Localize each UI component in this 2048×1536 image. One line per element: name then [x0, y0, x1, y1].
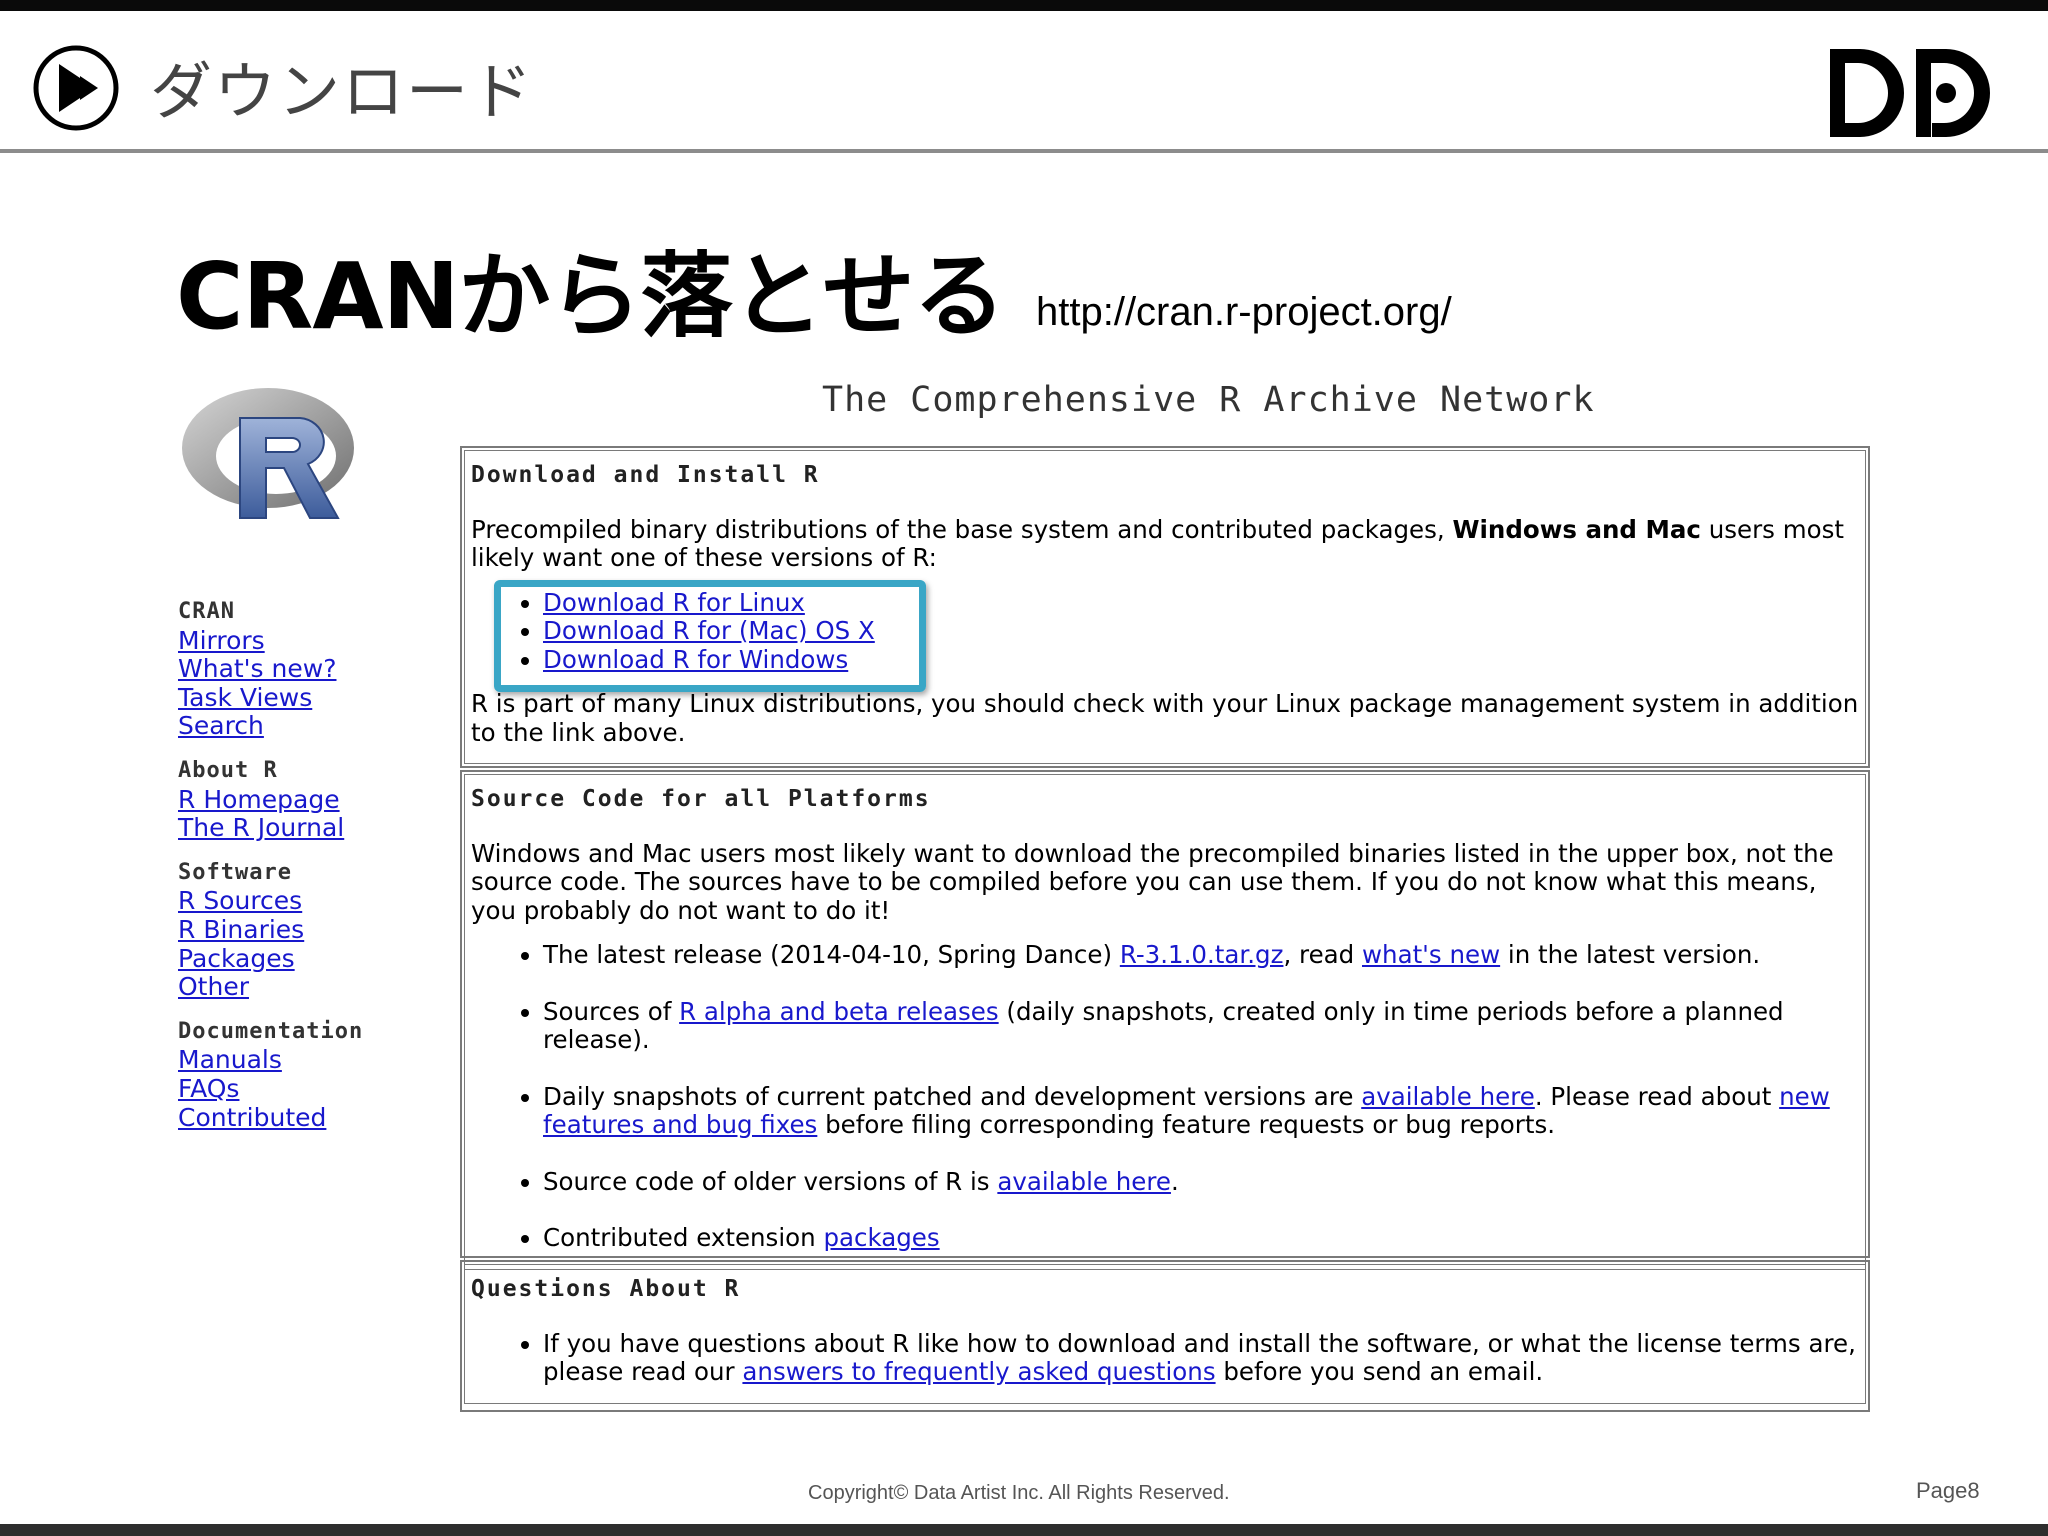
sidebar-group-title: Documentation	[178, 1018, 364, 1044]
sidebar-group-software: Software R Sources R Binaries Packages O…	[178, 859, 418, 1002]
sidebar-link-task-views[interactable]: Task Views	[178, 683, 418, 713]
source-list: The latest release (2014-04-10, Spring D…	[471, 940, 1861, 1253]
sidebar-link-contributed[interactable]: Contributed	[178, 1103, 418, 1133]
sidebar-link-mirrors[interactable]: Mirrors	[178, 626, 418, 656]
list-item: If you have questions about R like how t…	[543, 1329, 1861, 1387]
sidebar-link-r-homepage[interactable]: R Homepage	[178, 785, 418, 815]
sidebar-group-title: CRAN	[178, 599, 235, 624]
packages-link[interactable]: packages	[823, 1223, 939, 1252]
sidebar-group-cran: CRAN Mirrors What's new? Task Views Sear…	[178, 598, 418, 741]
sidebar-link-other[interactable]: Other	[178, 973, 418, 1002]
sidebar-group-about: About R R Homepage The R Journal	[178, 757, 418, 843]
download-links-highlight	[494, 580, 926, 692]
download-intro: Precompiled binary distributions of the …	[471, 514, 1844, 572]
sidebar-link-faqs[interactable]: FAQs	[178, 1074, 418, 1104]
sidebar-group-title: About R	[178, 757, 278, 783]
list-item: The latest release (2014-04-10, Spring D…	[543, 940, 1861, 970]
page-number: Page8	[1916, 1478, 1980, 1503]
slide-header: ダウンロード	[0, 11, 2048, 153]
slide-title: CRANから落とせる	[176, 243, 1006, 350]
box-title: Questions About R	[471, 1276, 741, 1302]
copyright: Copyright© Data Artist Inc. All Rights R…	[808, 1482, 1230, 1504]
cran-sidebar: CRAN Mirrors What's new? Task Views Sear…	[178, 598, 418, 1148]
sidebar-group-title: Software	[178, 859, 292, 885]
play-circle-icon	[33, 45, 119, 131]
box-title: Source Code for all Platforms	[471, 786, 931, 812]
bottom-bar	[0, 1524, 2048, 1536]
sidebar-link-r-journal[interactable]: The R Journal	[178, 814, 418, 843]
list-item: Source code of older versions of R is av…	[543, 1167, 1861, 1197]
questions-list: If you have questions about R like how t…	[471, 1329, 1861, 1387]
cran-url: http://cran.r-project.org/	[1036, 290, 1452, 334]
source-code-box: Source Code for all Platforms Windows an…	[460, 770, 1870, 1270]
faq-link[interactable]: answers to frequently asked questions	[742, 1357, 1215, 1386]
sidebar-link-r-sources[interactable]: R Sources	[178, 887, 418, 916]
r-tarball-link[interactable]: R-3.1.0.tar.gz	[1120, 940, 1284, 969]
sidebar-group-documentation: Documentation Manuals FAQs Contributed	[178, 1018, 418, 1132]
sidebar-link-search[interactable]: Search	[178, 712, 418, 741]
top-bar	[0, 0, 2048, 11]
questions-box: Questions About R If you have questions …	[460, 1260, 1870, 1412]
list-item: Contributed extension packages	[543, 1223, 1861, 1253]
box-title: Download and Install R	[471, 462, 820, 488]
dp-logo	[1830, 49, 1990, 137]
r-logo-icon	[182, 388, 354, 519]
sidebar-link-r-binaries[interactable]: R Binaries	[178, 915, 418, 945]
sidebar-link-manuals[interactable]: Manuals	[178, 1046, 418, 1075]
list-item: Sources of R alpha and beta releases (da…	[543, 997, 1861, 1055]
snapshots-link[interactable]: available here	[1361, 1082, 1535, 1111]
older-versions-link[interactable]: available here	[997, 1167, 1171, 1196]
alpha-beta-link[interactable]: R alpha and beta releases	[679, 997, 999, 1026]
sidebar-link-packages[interactable]: Packages	[178, 944, 418, 974]
sidebar-link-whats-new[interactable]: What's new?	[178, 655, 418, 684]
source-intro: Windows and Mac users most likely want t…	[471, 838, 1834, 925]
download-note: R is part of many Linux distributions, y…	[471, 689, 1859, 747]
header-title: ダウンロード	[150, 55, 535, 128]
cran-page-title: The Comprehensive R Archive Network	[822, 380, 1595, 420]
whats-new-link[interactable]: what's new	[1362, 940, 1500, 969]
list-item: Daily snapshots of current patched and d…	[543, 1082, 1861, 1140]
